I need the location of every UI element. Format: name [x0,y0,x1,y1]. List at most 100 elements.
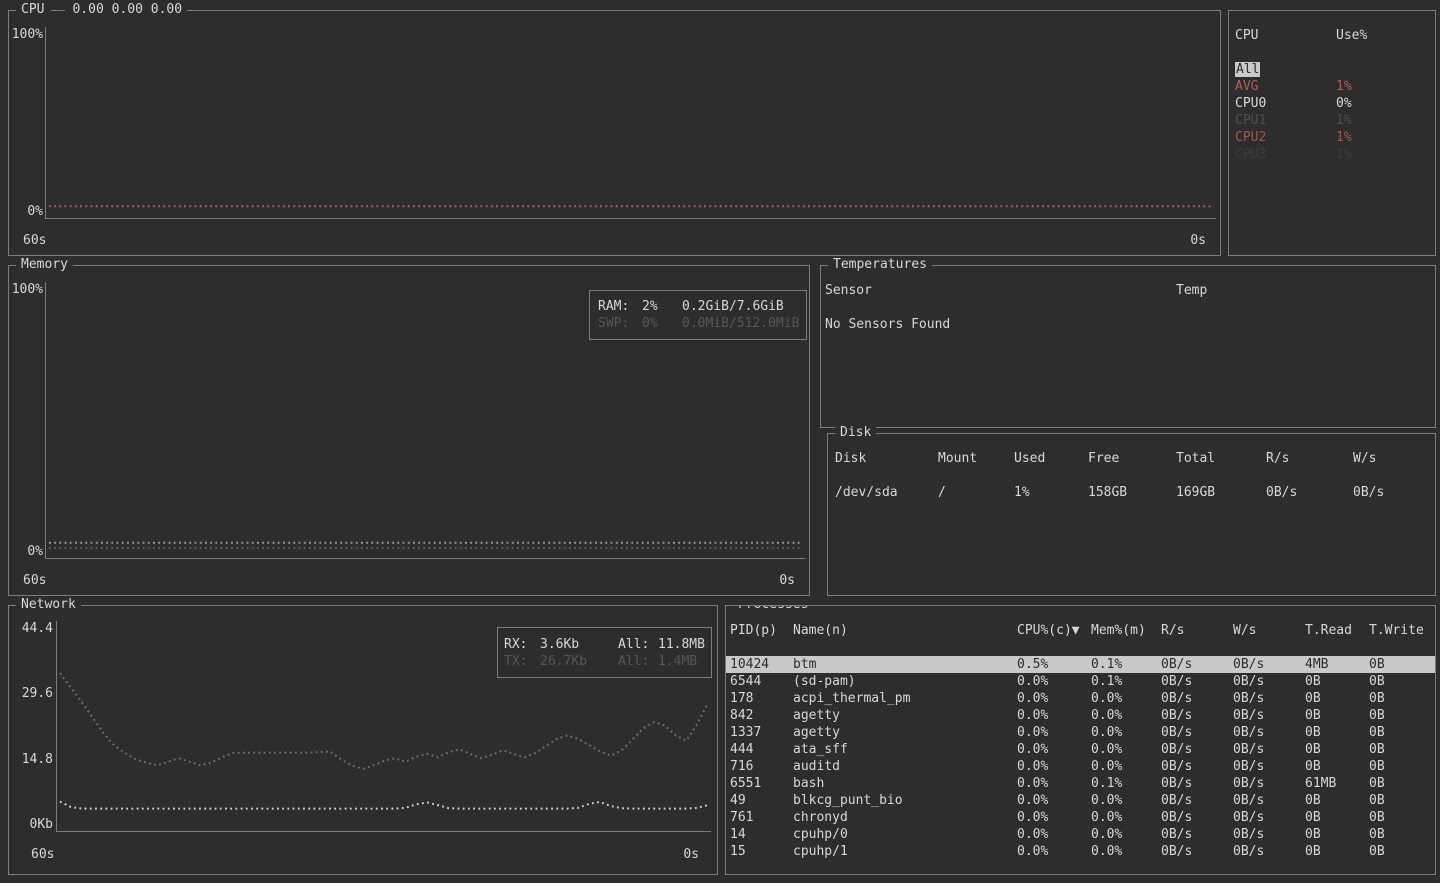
disk-cell: / [938,484,1014,501]
process-cell: 0B/s [1233,724,1305,741]
process-cell: 0.0% [1017,758,1091,775]
processes-panel[interactable]: Processes PID(p)Name(n)CPU%(c)▼Mem%(m)R/… [725,605,1436,875]
process-row[interactable]: 10424btm0.5%0.1%0B/s0B/s4MB0B [726,656,1435,673]
process-cell: 0B [1369,826,1435,843]
disk-cell: /dev/sda [835,484,938,501]
process-cell: cpuhp/0 [793,826,1017,843]
cpu-x-left-label: 60s [23,233,46,248]
cpu-legend-row-cpu2[interactable]: CPU21% [1229,129,1435,146]
process-col-rs[interactable]: R/s [1161,622,1233,639]
process-col-ws[interactable]: W/s [1233,622,1305,639]
temp-col-sensor: Sensor [825,283,872,298]
process-cell: 0B [1369,741,1435,758]
process-col-namen[interactable]: Name(n) [793,622,1017,639]
cpu-graph-panel[interactable]: CPU 0.00 0.00 0.00 100% 0% 60s 0s [8,10,1221,256]
process-cell: 0B [1305,741,1369,758]
rx-total: 11.8MB [658,636,705,653]
process-cell: 0B/s [1161,690,1233,707]
rx-all-label: All: [618,636,658,653]
cpu-y-max-label: 100% [12,27,43,42]
temp-col-temp: Temp [1176,282,1207,299]
process-row[interactable]: 6544(sd-pam)0.0%0.1%0B/s0B/s0B0B [726,673,1435,690]
process-row[interactable]: 444ata_sff0.0%0.0%0B/s0B/s0B0B [726,741,1435,758]
load-average: 0.00 0.00 0.00 [72,1,182,19]
process-col-twrite[interactable]: T.Write [1369,622,1435,639]
process-col-cpuc[interactable]: CPU%(c)▼ [1017,622,1091,639]
process-cell: 0.0% [1091,758,1161,775]
process-cell: 0B/s [1233,792,1305,809]
memory-panel-title: Memory [16,256,73,274]
disk-panel-title: Disk [835,424,876,442]
process-cell: 0B [1305,707,1369,724]
process-cell: 0B [1305,792,1369,809]
process-cell: 0B [1369,792,1435,809]
disk-col-ws: W/s [1353,450,1435,467]
cpu-entry-usage: 0% [1336,95,1435,112]
memory-legend-swap: SWP: 0% 0.0MiB/512.0MiB [590,315,806,332]
memory-x-right-label: 0s [779,573,795,588]
cpu-entry-usage: 1% [1336,112,1435,129]
process-cell: 0B/s [1161,673,1233,690]
cpu-entry-usage [1336,61,1435,78]
temperatures-panel[interactable]: Temperatures Sensor Temp No Sensors Foun… [820,265,1436,428]
cpu-legend-row-cpu0[interactable]: CPU00% [1229,95,1435,112]
cpu-legend-row-avg[interactable]: AVG1% [1229,78,1435,95]
process-cell: 0.0% [1091,792,1161,809]
process-cell: 0B/s [1161,656,1233,673]
process-row[interactable]: 1337agetty0.0%0.0%0B/s0B/s0B0B [726,724,1435,741]
process-cell: 0B/s [1161,809,1233,826]
process-col-memm[interactable]: Mem%(m) [1091,622,1161,639]
process-cell: 0B/s [1233,656,1305,673]
cpu-panel-title-text: CPU [21,1,44,19]
process-row[interactable]: 178acpi_thermal_pm0.0%0.0%0B/s0B/s0B0B [726,690,1435,707]
process-col-pidp[interactable]: PID(p) [730,622,793,639]
process-row[interactable]: 15cpuhp/10.0%0.0%0B/s0B/s0B0B [726,843,1435,860]
process-cell: 0B/s [1233,673,1305,690]
process-cell: 0B [1305,673,1369,690]
cpu-legend-panel[interactable]: CPU Use% AllAVG1%CPU00%CPU11%CPU21%CPU31… [1228,10,1436,256]
cpu-legend-header: CPU Use% [1229,11,1435,44]
process-cell: 0B [1305,690,1369,707]
process-cell: blkcg_punt_bio [793,792,1017,809]
cpu-legend-row-cpu3[interactable]: CPU31% [1229,146,1435,163]
process-cell: 0B/s [1161,758,1233,775]
disk-row[interactable]: /dev/sda/1%158GB169GB0B/s0B/s [828,484,1435,501]
cpu-legend-row-all[interactable]: All [1229,61,1435,78]
process-col-tread[interactable]: T.Read [1305,622,1369,639]
title-separator [51,10,65,11]
swap-percent: 0% [642,315,682,332]
tx-total: 1.4MB [658,653,705,670]
process-cell: 0.0% [1091,741,1161,758]
disk-panel-title-text: Disk [840,424,871,442]
process-row[interactable]: 761chronyd0.0%0.0%0B/s0B/s0B0B [726,809,1435,826]
disk-col-mount: Mount [938,450,1014,467]
disk-header: DiskMountUsedFreeTotalR/sW/s [828,434,1435,467]
process-row[interactable]: 14cpuhp/00.0%0.0%0B/s0B/s0B0B [726,826,1435,843]
memory-panel[interactable]: Memory 100% 0% 60s 0s RAM: 2% 0.2GiB/7.6… [8,265,810,596]
rx-label: RX: [504,636,540,653]
disk-col-free: Free [1088,450,1176,467]
memory-x-left-label: 60s [23,573,46,588]
process-rows: 10424btm0.5%0.1%0B/s0B/s4MB0B6544(sd-pam… [726,656,1435,860]
process-cell: 0B [1369,758,1435,775]
process-cell: 6551 [730,775,793,792]
cpu-legend-row-cpu1[interactable]: CPU11% [1229,112,1435,129]
process-cell: 0.0% [1091,826,1161,843]
process-cell: 0.0% [1017,690,1091,707]
temperatures-header: Sensor Temp [821,266,1435,299]
process-cell: 0.0% [1091,690,1161,707]
ram-percent: 2% [642,298,682,315]
process-cell: agetty [793,724,1017,741]
disk-panel[interactable]: Disk DiskMountUsedFreeTotalR/sW/s /dev/s… [827,433,1436,596]
process-row[interactable]: 716auditd0.0%0.0%0B/s0B/s0B0B [726,758,1435,775]
process-row[interactable]: 6551bash0.0%0.1%0B/s0B/s61MB0B [726,775,1435,792]
network-panel[interactable]: Network 44.4 29.6 14.8 0Kb 60s 0s RX: 3.… [8,605,718,875]
cpu-usage-graph [46,27,1216,218]
process-row[interactable]: 49blkcg_punt_bio0.0%0.0%0B/s0B/s0B0B [726,792,1435,809]
process-cell: 0B/s [1233,809,1305,826]
process-cell: 0B/s [1161,826,1233,843]
process-row[interactable]: 842agetty0.0%0.0%0B/s0B/s0B0B [726,707,1435,724]
process-cell: 0B [1305,724,1369,741]
rx-rate: 3.6Kb [540,636,618,653]
memory-legend-box: RAM: 2% 0.2GiB/7.6GiB SWP: 0% 0.0MiB/512… [589,290,807,340]
